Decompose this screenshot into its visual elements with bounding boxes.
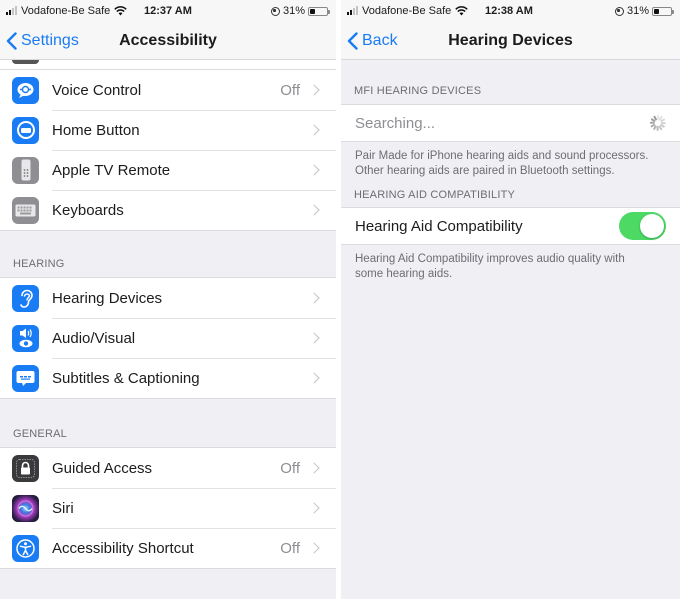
row-subtitles-captioning[interactable]: Subtitles & Captioning	[0, 358, 336, 398]
clock: 12:38 AM	[485, 5, 533, 17]
row-label: Siri	[52, 499, 74, 517]
chevron-right-icon	[308, 502, 320, 514]
mfi-footer: Pair Made for iPhone hearing aids and so…	[341, 142, 680, 179]
nav-bar: Settings Accessibility	[0, 22, 336, 60]
voice-control-icon	[12, 76, 39, 104]
orientation-lock-icon	[270, 6, 280, 16]
battery-fill	[654, 8, 659, 14]
battery-icon	[308, 6, 330, 16]
audio-visual-icon	[12, 324, 39, 352]
row-keyboards[interactable]: Keyboards	[0, 190, 336, 230]
orientation-lock-icon	[614, 6, 624, 16]
battery-icon	[652, 6, 674, 16]
signal-icon	[347, 6, 358, 15]
partial-row	[0, 60, 336, 70]
clock: 12:37 AM	[144, 5, 192, 17]
row-label: Subtitles & Captioning	[52, 369, 200, 387]
signal-icon	[6, 6, 17, 15]
row-accessibility-shortcut[interactable]: Accessibility Shortcut Off	[0, 528, 336, 568]
row-label: Hearing Devices	[52, 289, 163, 307]
nav-bar: Back Hearing Devices	[341, 22, 680, 60]
hearing-aid-compatibility-row: Hearing Aid Compatibility	[341, 207, 680, 245]
interaction-group: Voice Control Off Home Button Apple TV R…	[0, 70, 336, 231]
hac-label: Hearing Aid Compatibility	[355, 217, 523, 235]
chevron-right-icon	[308, 124, 320, 136]
status-bar: Vodafone-Be Safe 12:38 AM 31%	[341, 0, 680, 22]
row-voice-control[interactable]: Voice Control Off	[0, 70, 336, 110]
wifi-icon	[114, 6, 128, 16]
subtitles-icon	[12, 364, 39, 392]
hac-footer-line: some hearing aids.	[355, 268, 453, 280]
row-label: Home Button	[52, 121, 140, 139]
partial-icon	[12, 60, 39, 64]
hearing-aid-compatibility-toggle[interactable]	[619, 212, 666, 240]
row-value: Off	[280, 539, 300, 557]
battery-percent: 31%	[282, 5, 305, 17]
row-label: Apple TV Remote	[52, 161, 171, 179]
wifi-icon	[455, 6, 469, 16]
section-header-mfi: MFI HEARING DEVICES	[354, 85, 482, 97]
chevron-right-icon	[308, 84, 320, 96]
battery-percent: 31%	[626, 5, 649, 17]
mfi-footer-line: Pair Made for iPhone hearing aids and so…	[355, 150, 649, 162]
row-apple-tv-remote[interactable]: Apple TV Remote	[0, 150, 336, 190]
general-group: Guided Access Off Siri Accessibility Sho…	[0, 447, 336, 569]
chevron-left-icon	[6, 32, 17, 50]
chevron-right-icon	[308, 372, 320, 384]
hearing-group: Hearing Devices Audio/Visual Subtitles &…	[0, 277, 336, 399]
chevron-right-icon	[308, 292, 320, 304]
hearing-devices-screen: Vodafone-Be Safe 12:38 AM 31% Back Heari…	[341, 0, 680, 599]
row-label: Guided Access	[52, 459, 153, 477]
back-label: Back	[362, 32, 398, 49]
row-hearing-devices[interactable]: Hearing Devices	[0, 278, 336, 318]
chevron-right-icon	[308, 164, 320, 176]
mfi-device-search-row: Searching...	[341, 104, 680, 142]
ear-icon	[12, 284, 39, 312]
siri-icon	[12, 494, 39, 522]
back-label: Settings	[21, 32, 79, 49]
hac-footer: Hearing Aid Compatibility improves audio…	[341, 245, 680, 282]
status-bar: Vodafone-Be Safe 12:37 AM 31%	[0, 0, 336, 22]
row-siri[interactable]: Siri	[0, 488, 336, 528]
section-header-hac: HEARING AID COMPATIBILITY	[354, 189, 516, 201]
chevron-right-icon	[308, 542, 320, 554]
hac-footer-line: Hearing Aid Compatibility improves audio…	[355, 253, 625, 265]
keyboard-icon	[12, 196, 39, 224]
battery-fill	[310, 8, 315, 14]
searching-label: Searching...	[355, 114, 436, 132]
row-label: Voice Control	[52, 81, 142, 99]
spinner-spoke	[649, 122, 655, 124]
chevron-right-icon	[308, 204, 320, 216]
chevron-right-icon	[308, 462, 320, 474]
row-value: Off	[280, 81, 300, 99]
spinner-spoke	[657, 126, 659, 131]
row-label: Accessibility Shortcut	[52, 539, 194, 557]
chevron-left-icon	[347, 32, 358, 50]
accessibility-screen: Vodafone-Be Safe 12:37 AM 31% Settings A…	[0, 0, 336, 599]
row-label: Keyboards	[52, 201, 124, 219]
row-label: Audio/Visual	[52, 329, 136, 347]
back-button[interactable]: Back	[347, 22, 398, 60]
spinner-icon	[649, 115, 666, 131]
toggle-knob	[640, 214, 664, 238]
home-button-icon	[12, 116, 39, 144]
carrier-label: Vodafone-Be Safe	[362, 5, 452, 17]
row-audio-visual[interactable]: Audio/Visual	[0, 318, 336, 358]
back-button[interactable]: Settings	[6, 22, 79, 60]
carrier-label: Vodafone-Be Safe	[21, 5, 111, 17]
row-home-button[interactable]: Home Button	[0, 110, 336, 150]
row-value: Off	[280, 459, 300, 477]
lock-icon	[12, 454, 39, 482]
row-guided-access[interactable]: Guided Access Off	[0, 448, 336, 488]
section-header-general: GENERAL	[13, 428, 67, 440]
section-header-hearing: HEARING	[13, 258, 65, 270]
apple-tv-remote-icon	[12, 156, 39, 184]
mfi-footer-line: Other hearing aids are paired in Bluetoo…	[355, 165, 615, 177]
chevron-right-icon	[308, 332, 320, 344]
accessibility-icon	[12, 534, 39, 562]
